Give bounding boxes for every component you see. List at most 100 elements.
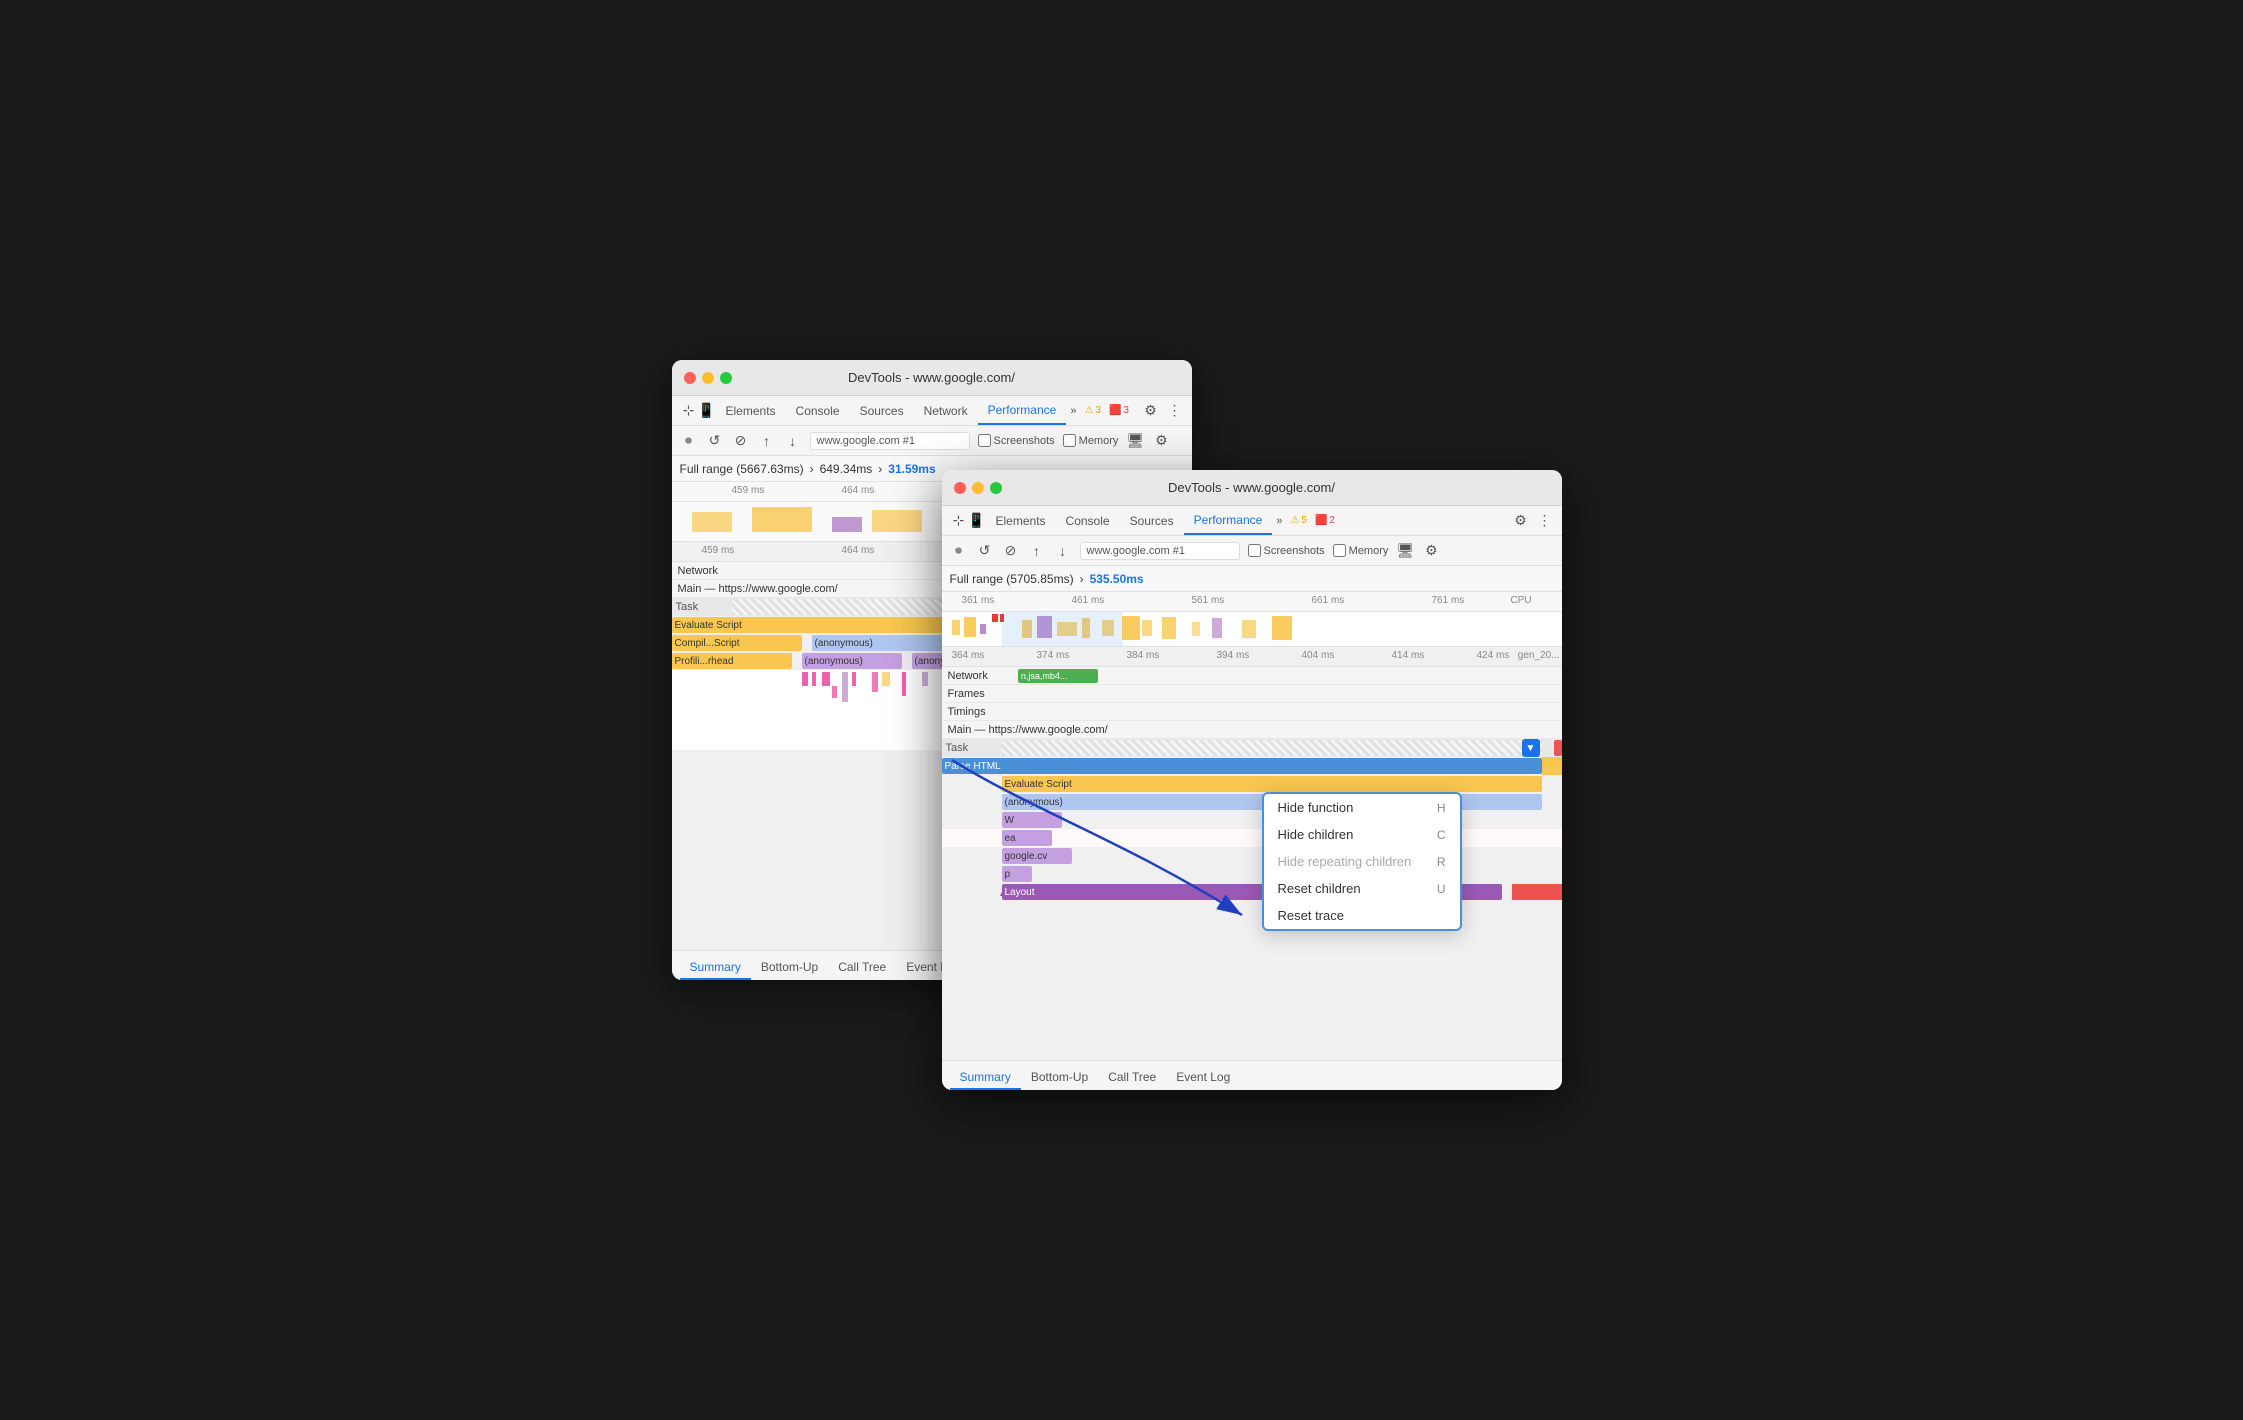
layout-red-front xyxy=(1512,884,1562,900)
ea-bar-front[interactable]: ea xyxy=(1002,830,1052,846)
context-reset-children[interactable]: Reset children U xyxy=(1264,875,1460,902)
maximize-button-back[interactable] xyxy=(720,372,732,384)
tab-console-front[interactable]: Console xyxy=(1056,506,1120,535)
inspect-icon[interactable]: ⊹ xyxy=(680,402,698,420)
tab-more-front[interactable]: » xyxy=(1272,511,1286,531)
parse-html-bar-front[interactable]: Parse HTML xyxy=(942,758,1542,774)
w-bar-front[interactable]: W xyxy=(1002,812,1062,828)
range-bar-front: Full range (5705.85ms) › 535.50ms xyxy=(942,566,1562,592)
full-range-label-front: Full range (5705.85ms) xyxy=(950,572,1074,586)
context-reset-trace[interactable]: Reset trace xyxy=(1264,902,1460,929)
traffic-lights-back xyxy=(684,372,732,384)
maximize-button-front[interactable] xyxy=(990,482,1002,494)
tab-elements-front[interactable]: Elements xyxy=(986,506,1056,535)
highlight-btn-front[interactable]: ▼ xyxy=(1522,739,1540,757)
tab-performance-front[interactable]: Performance xyxy=(1184,506,1273,535)
tab-more-back[interactable]: » xyxy=(1066,401,1080,421)
google-cv-row-front: google.cv xyxy=(942,847,1562,865)
window-title-back: DevTools - www.google.com/ xyxy=(848,370,1015,385)
memory-checkbox-front[interactable]: Memory xyxy=(1333,544,1389,557)
record-icon-back[interactable]: ⏺ xyxy=(680,432,698,450)
anon2-bar-back[interactable]: (anonymous) xyxy=(802,653,902,669)
recording-bar-back: ⏺ ↺ ⊘ ↑ ↓ www.google.com #1 Screenshots … xyxy=(672,426,1192,456)
download-icon-back[interactable]: ↓ xyxy=(784,432,802,450)
reload-icon-front[interactable]: ↺ xyxy=(976,542,994,560)
tab-summary-front[interactable]: Summary xyxy=(950,1066,1021,1090)
task-striped-front xyxy=(1002,740,1542,756)
capture-icon-back[interactable]: 🖥 xyxy=(1126,432,1144,450)
settings-icon-front[interactable]: ⚙ xyxy=(1512,512,1530,530)
tab-sources-front[interactable]: Sources xyxy=(1120,506,1184,535)
tab-network-back[interactable]: Network xyxy=(914,396,978,425)
context-hide-function[interactable]: Hide function H xyxy=(1264,794,1460,821)
tab-bottomup-back[interactable]: Bottom-Up xyxy=(751,956,828,980)
settings-icon-back[interactable]: ⚙ xyxy=(1142,402,1160,420)
capture-icon-front[interactable]: 🖥 xyxy=(1396,542,1414,560)
main-label-back: Main — https://www.google.com/ xyxy=(678,583,838,595)
device-icon[interactable]: 📱 xyxy=(698,402,716,420)
p-bar-front[interactable]: p xyxy=(1002,866,1032,882)
full-range-label-back: Full range (5667.63ms) xyxy=(680,462,804,476)
frames-label-front: Frames xyxy=(948,688,985,700)
range-arrow-back: › xyxy=(810,462,814,476)
record-icon-front[interactable]: ⏺ xyxy=(950,542,968,560)
minimize-button-front[interactable] xyxy=(972,482,984,494)
settings2-icon-back[interactable]: ⚙ xyxy=(1152,432,1170,450)
tab-summary-back[interactable]: Summary xyxy=(680,956,751,980)
tab-calltree-back[interactable]: Call Tree xyxy=(828,956,896,980)
bottom-tabs-front: Summary Bottom-Up Call Tree Event Log xyxy=(942,1060,1562,1090)
download-icon-front[interactable]: ↓ xyxy=(1054,542,1072,560)
screenshots-checkbox-front[interactable]: Screenshots xyxy=(1248,544,1325,557)
range-end-front: 535.50ms xyxy=(1090,572,1144,586)
close-button-back[interactable] xyxy=(684,372,696,384)
url-box-back[interactable]: www.google.com #1 xyxy=(810,432,970,450)
upload-icon-back[interactable]: ↑ xyxy=(758,432,776,450)
tick-b1: 459 ms xyxy=(702,545,735,556)
tab-elements-back[interactable]: Elements xyxy=(716,396,786,425)
timings-label-front: Timings xyxy=(948,706,986,718)
traffic-lights-front xyxy=(954,482,1002,494)
gen-label-front: gen_20... xyxy=(1518,650,1560,661)
tick-f3: 561 ms xyxy=(1192,595,1225,606)
tab-bar-back: ⊹ 📱 Elements Console Sources Network Per… xyxy=(672,396,1192,426)
range-arrow-front: › xyxy=(1080,572,1084,586)
tick-f4: 661 ms xyxy=(1312,595,1345,606)
more-icon-back[interactable]: ⋮ xyxy=(1166,402,1184,420)
tab-bottomup-front[interactable]: Bottom-Up xyxy=(1021,1066,1098,1090)
frames-section-front: Frames xyxy=(942,685,1562,703)
inspect-icon-front[interactable]: ⊹ xyxy=(950,512,968,530)
tab-performance-back[interactable]: Performance xyxy=(978,396,1067,425)
tab-eventlog-front[interactable]: Event Log xyxy=(1166,1066,1240,1090)
url-box-front[interactable]: www.google.com #1 xyxy=(1080,542,1240,560)
close-button-front[interactable] xyxy=(954,482,966,494)
warn-badge-back: ⚠ 3 xyxy=(1080,405,1105,416)
memory-checkbox-back[interactable]: Memory xyxy=(1063,434,1119,447)
ea-row-front: ea xyxy=(942,829,1562,847)
evaluate-script-bar-front[interactable]: Evaluate Script xyxy=(1002,776,1542,792)
settings2-icon-front[interactable]: ⚙ xyxy=(1422,542,1440,560)
device-icon-front[interactable]: 📱 xyxy=(968,512,986,530)
upload-icon-front[interactable]: ↑ xyxy=(1028,542,1046,560)
more-icon-front[interactable]: ⋮ xyxy=(1536,512,1554,530)
clear-icon-front[interactable]: ⊘ xyxy=(1002,542,1020,560)
context-hide-children[interactable]: Hide children C xyxy=(1264,821,1460,848)
clear-icon-back[interactable]: ⊘ xyxy=(732,432,750,450)
screenshots-checkbox-back[interactable]: Screenshots xyxy=(978,434,1055,447)
tab-console-back[interactable]: Console xyxy=(786,396,850,425)
range-start-back: 649.34ms xyxy=(820,462,873,476)
google-cv-bar-front[interactable]: google.cv xyxy=(1002,848,1072,864)
tab-calltree-front[interactable]: Call Tree xyxy=(1098,1066,1166,1090)
recording-bar-front: ⏺ ↺ ⊘ ↑ ↓ www.google.com #1 Screenshots … xyxy=(942,536,1562,566)
reload-icon-back[interactable]: ↺ xyxy=(706,432,724,450)
main-section-front: Main — https://www.google.com/ xyxy=(942,721,1562,739)
tick-f2-5: 404 ms xyxy=(1302,650,1335,661)
parse-side-yellow xyxy=(1542,757,1562,775)
compile-bar-back[interactable]: Compil...Script xyxy=(672,635,802,651)
range-arrow2-back: › xyxy=(878,462,882,476)
tab-sources-back[interactable]: Sources xyxy=(850,396,914,425)
parse-html-row-front: Parse HTML xyxy=(942,757,1562,775)
profiler-bar-back[interactable]: Profili...rhead xyxy=(672,653,792,669)
tick-f2: 461 ms xyxy=(1072,595,1105,606)
cpu-label-front: CPU xyxy=(1510,595,1531,606)
minimize-button-back[interactable] xyxy=(702,372,714,384)
